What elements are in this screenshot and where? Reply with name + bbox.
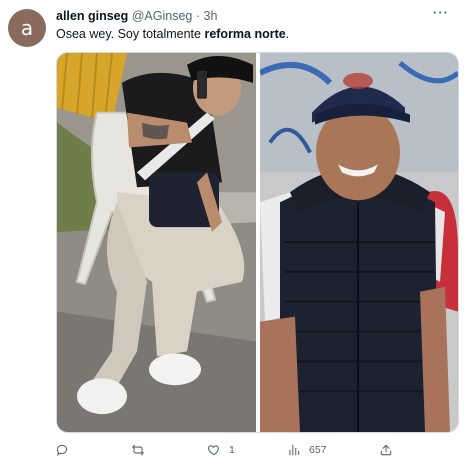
photo-right-image xyxy=(260,53,458,432)
heart-icon xyxy=(207,445,219,456)
media-grid xyxy=(56,52,459,433)
tweet-text-bold: reforma norte xyxy=(204,27,286,41)
author-name[interactable]: allen ginseg xyxy=(56,9,128,23)
tweet-text-prefix: Osea wey. Soy totalmente xyxy=(56,27,205,41)
retweet-icon xyxy=(132,444,144,456)
tweet-text-suffix: . xyxy=(285,27,290,41)
like-count: 1 xyxy=(229,444,235,456)
avatar[interactable]: a xyxy=(8,9,46,47)
views-action[interactable]: 657 xyxy=(287,443,327,457)
share-icon xyxy=(380,444,392,456)
separator-dot: · xyxy=(195,9,201,23)
timestamp[interactable]: 3h xyxy=(204,9,218,23)
reply-action[interactable] xyxy=(55,443,77,457)
more-options-icon[interactable]: ··· xyxy=(433,5,449,20)
photo-right[interactable] xyxy=(260,53,458,432)
author-handle[interactable]: @AGinseg xyxy=(132,9,193,23)
action-bar: 1 657 xyxy=(0,443,469,461)
tweet-header: allen ginseg @AGinseg · 3h xyxy=(56,9,217,23)
reply-icon xyxy=(56,444,68,456)
analytics-icon xyxy=(289,444,300,456)
photo-left-image xyxy=(57,53,256,432)
like-action[interactable]: 1 xyxy=(207,443,235,457)
views-count: 657 xyxy=(309,444,327,456)
share-action[interactable] xyxy=(379,443,401,457)
retweet-action[interactable] xyxy=(131,443,153,457)
tweet-text: Osea wey. Soy totalmente reforma norte. xyxy=(56,27,289,41)
photo-left[interactable] xyxy=(57,53,256,432)
